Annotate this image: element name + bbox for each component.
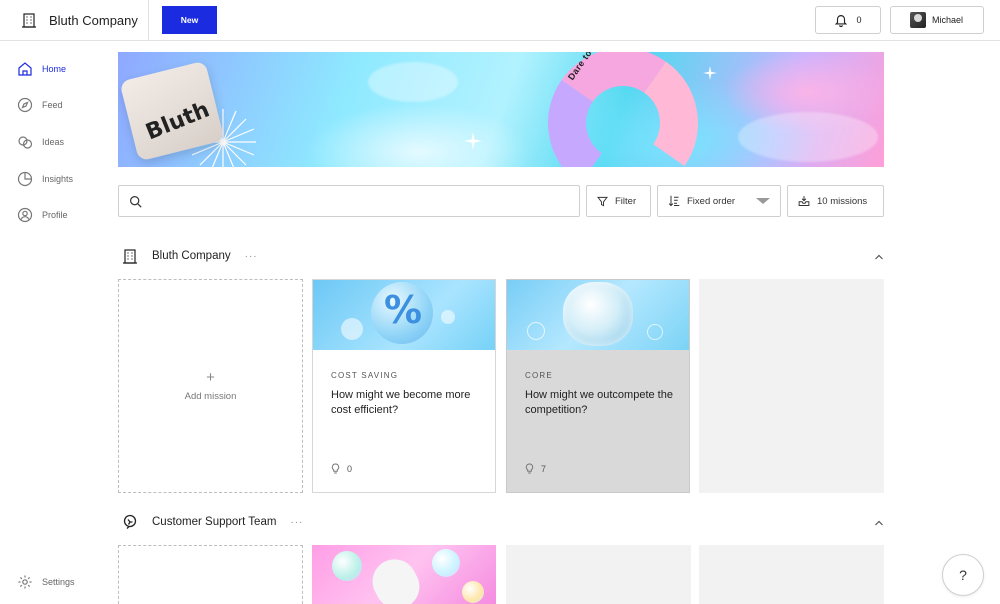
- user-name: Michael: [932, 15, 964, 25]
- lightbulb-icon: [525, 463, 534, 474]
- sort-order-dropdown[interactable]: Fixed order: [657, 185, 781, 217]
- bell-icon: [835, 15, 848, 27]
- building-icon: [22, 13, 36, 28]
- sidebar-item-label: Home: [42, 64, 67, 74]
- mission-image: [507, 280, 689, 350]
- filter-icon: [597, 196, 608, 206]
- sidebar: Home Feed Ideas Insights Profile Setting…: [0, 41, 100, 604]
- idea-count-value: 0: [347, 463, 353, 474]
- rainbow-arc-graphic: [536, 52, 710, 167]
- loading-card-placeholder: [506, 545, 691, 604]
- sidebar-item-label: Insights: [42, 174, 74, 184]
- notifications-button[interactable]: 0: [815, 6, 881, 34]
- bluth-card-text: Bluth: [142, 97, 214, 146]
- sidebar-item-label: Profile: [42, 210, 68, 220]
- building-icon: [123, 249, 137, 264]
- compass-icon: [17, 97, 33, 113]
- company-name: Bluth Company: [49, 12, 138, 28]
- filter-button[interactable]: Filter: [586, 185, 651, 217]
- mission-card[interactable]: [312, 545, 496, 604]
- mission-card[interactable]: CORE How might we outcompete the competi…: [506, 279, 690, 493]
- avatar: [910, 12, 926, 28]
- missions-count-label: 10 missions: [817, 195, 868, 207]
- loading-card-placeholder: [699, 545, 884, 604]
- mission-image: %: [313, 280, 495, 350]
- support-team-icon: [123, 514, 137, 529]
- plus-icon: +: [206, 369, 215, 386]
- section-header: Customer Support Team ···: [122, 513, 303, 531]
- loading-card-placeholder: [699, 279, 884, 493]
- ideas-icon: [18, 136, 33, 149]
- sidebar-item-label: Ideas: [42, 137, 65, 147]
- chevron-up-icon[interactable]: [874, 252, 884, 262]
- gear-icon: [18, 575, 32, 589]
- sort-order-label: Fixed order: [687, 195, 736, 207]
- company-switcher[interactable]: Bluth Company: [0, 0, 149, 40]
- top-bar: Bluth Company New 0 Michael: [0, 0, 1000, 41]
- section-more-button[interactable]: ···: [245, 251, 258, 262]
- sort-icon: [668, 195, 680, 207]
- sparkle-icon: [703, 66, 717, 80]
- sidebar-item-label: Feed: [42, 100, 63, 110]
- add-mission-card[interactable]: [118, 545, 303, 604]
- mission-category: CORE: [525, 371, 553, 380]
- chevron-down-icon: [756, 198, 771, 204]
- sidebar-item-insights[interactable]: Insights: [17, 171, 73, 187]
- mission-category: COST SAVING: [331, 371, 399, 380]
- section-header: Bluth Company ···: [122, 247, 258, 265]
- mission-title: How might we become more cost efficient?: [331, 389, 471, 416]
- user-icon: [17, 207, 33, 223]
- sidebar-item-label: Settings: [42, 577, 75, 587]
- sidebar-item-ideas[interactable]: Ideas: [17, 134, 64, 150]
- idea-count: 7: [525, 463, 546, 474]
- hero-banner: Bluth Dare to innovate: [118, 52, 884, 167]
- sidebar-item-feed[interactable]: Feed: [17, 97, 63, 113]
- add-mission-label: Add mission: [184, 391, 237, 402]
- notification-count: 0: [856, 15, 862, 25]
- section-title: Customer Support Team: [152, 516, 277, 528]
- user-menu-button[interactable]: Michael: [890, 6, 984, 34]
- inbox-icon: [798, 196, 810, 206]
- filter-label: Filter: [615, 195, 637, 207]
- pie-chart-icon: [17, 171, 33, 187]
- home-icon: [18, 62, 32, 76]
- mission-card[interactable]: % COST SAVING How might we become more c…: [312, 279, 496, 493]
- search-icon: [130, 195, 142, 208]
- add-mission-card[interactable]: + Add mission: [118, 279, 303, 493]
- section-more-button[interactable]: ···: [290, 517, 303, 528]
- idea-count: 0: [331, 463, 352, 474]
- search-field[interactable]: [118, 185, 580, 217]
- section-title: Bluth Company: [152, 250, 231, 262]
- sparkle-icon: [464, 132, 482, 150]
- help-button[interactable]: ?: [942, 554, 984, 596]
- mission-title: How might we outcompete the competition?: [525, 389, 673, 416]
- chevron-up-icon[interactable]: [874, 518, 884, 528]
- mission-image: [312, 545, 496, 604]
- sidebar-item-profile[interactable]: Profile: [17, 207, 68, 223]
- percent-icon: %: [384, 288, 423, 332]
- sidebar-item-settings[interactable]: Settings: [17, 574, 75, 590]
- lightbulb-icon: [331, 463, 340, 474]
- missions-count-button[interactable]: 10 missions: [787, 185, 884, 217]
- sidebar-item-home[interactable]: Home: [17, 61, 66, 77]
- idea-count-value: 7: [541, 463, 547, 474]
- search-input[interactable]: [150, 195, 570, 207]
- new-button[interactable]: New: [162, 6, 217, 34]
